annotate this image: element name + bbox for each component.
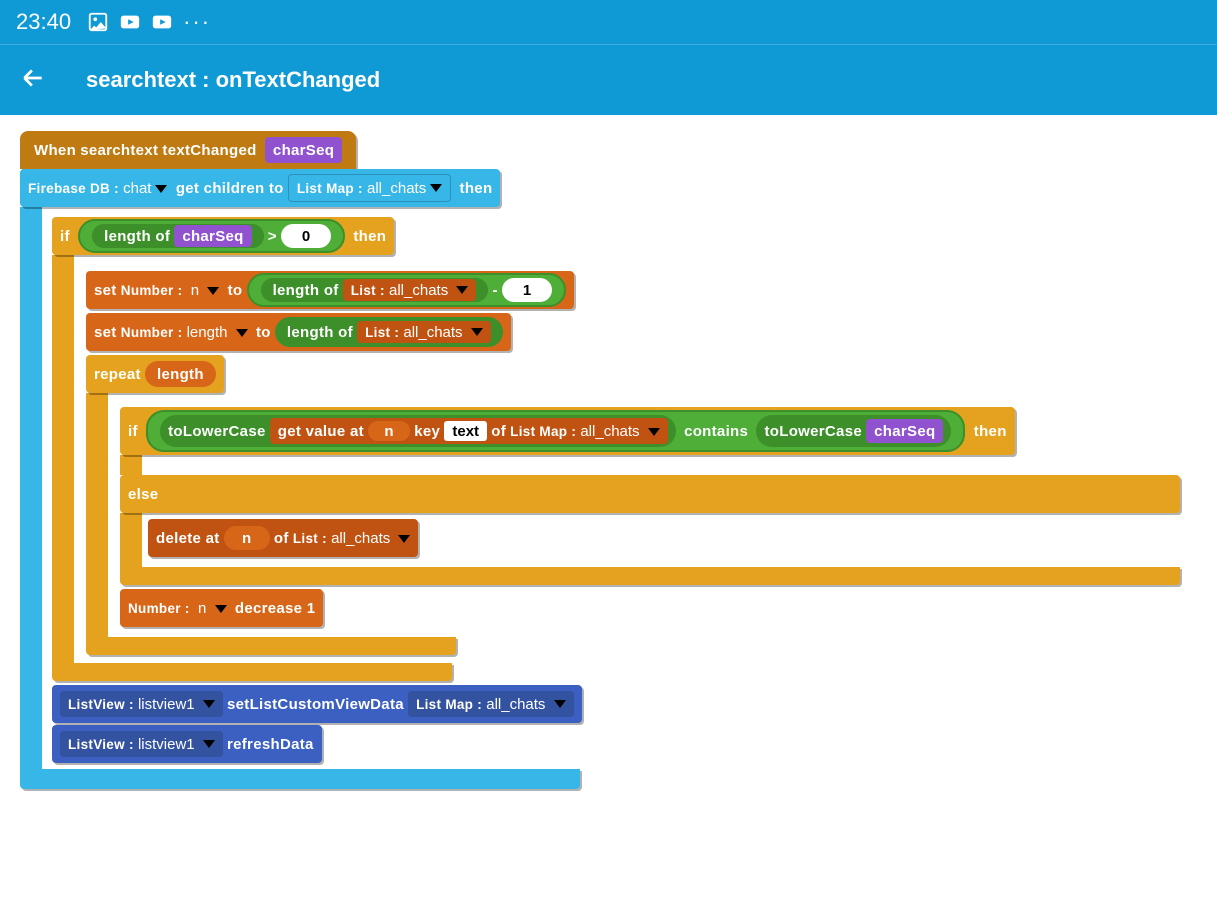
dropdown-icon	[430, 184, 442, 192]
charseq-arg[interactable]: charSeq	[866, 419, 943, 443]
dropdown-icon	[236, 329, 248, 337]
else-c-bar	[120, 513, 142, 567]
inner-if-block[interactable]: if toLowerCase get value at n	[120, 407, 1015, 455]
list-map-dropdown[interactable]: List Map : all_chats	[288, 174, 451, 202]
picture-icon	[87, 11, 109, 33]
set-number-length-block[interactable]: set Number : length to length of List : …	[86, 313, 511, 351]
inner-if-footer	[120, 567, 1180, 585]
dropdown-icon	[203, 740, 215, 748]
if-block[interactable]: if length of charSeq > 0 then	[52, 217, 394, 255]
number-input[interactable]: 1	[502, 278, 552, 302]
else-label[interactable]: else	[120, 475, 1180, 513]
event-block[interactable]: When searchtext textChanged charSeq Fire…	[20, 131, 1217, 789]
if-c-bar	[52, 255, 74, 663]
decrease-block[interactable]: Number : n decrease 1	[120, 589, 323, 627]
number-input[interactable]: 0	[281, 224, 331, 248]
firebase-db-dropdown[interactable]: Firebase DB : chat	[28, 180, 167, 197]
status-bar: 23:40 ···	[0, 0, 1217, 44]
condition-gt[interactable]: length of charSeq > 0	[78, 219, 345, 253]
dropdown-icon	[398, 535, 410, 543]
back-button[interactable]	[20, 65, 46, 95]
dropdown-icon	[648, 428, 660, 436]
dropdown-icon	[471, 328, 483, 336]
get-value-at-block[interactable]: get value at n key text of List Map : al…	[270, 418, 668, 444]
youtube-icon	[151, 11, 173, 33]
listmap-dropdown[interactable]: List Map : all_chats	[408, 691, 574, 717]
status-time: 23:40	[16, 9, 71, 35]
listview-setdata-block[interactable]: ListView : listview1 setListCustomViewDa…	[52, 685, 582, 723]
length-of-list[interactable]: length of List : all_chats	[261, 278, 489, 302]
key-input[interactable]: text	[444, 421, 487, 441]
status-icons: ···	[87, 9, 211, 35]
tolowercase-right[interactable]: toLowerCase charSeq	[756, 415, 951, 447]
firebase-c-bar	[20, 207, 42, 769]
number-var-dropdown[interactable]: Number : n	[128, 600, 227, 617]
delete-at-block[interactable]: delete at n of List : all_chats	[148, 519, 418, 557]
charseq-arg[interactable]: charSeq	[174, 225, 251, 247]
block-canvas[interactable]: When searchtext textChanged charSeq Fire…	[0, 115, 1217, 829]
dropdown-icon	[215, 605, 227, 613]
list-var-dropdown[interactable]: List : all_chats	[343, 279, 477, 301]
repeat-count[interactable]: length	[145, 361, 216, 387]
youtube-icon	[119, 11, 141, 33]
listmap-dropdown[interactable]: List Map : all_chats	[510, 423, 660, 440]
minus-expr[interactable]: length of List : all_chats - 1	[247, 273, 566, 307]
app-bar: searchtext : onTextChanged	[0, 44, 1217, 115]
number-var-dropdown[interactable]: Number : length	[121, 324, 248, 341]
page-title: searchtext : onTextChanged	[86, 67, 380, 93]
param-charseq[interactable]: charSeq	[265, 137, 342, 163]
dropdown-icon	[554, 700, 566, 708]
number-var-dropdown[interactable]: Number : n	[121, 282, 220, 299]
length-of-list[interactable]: length of List : all_chats	[275, 317, 503, 347]
dropdown-icon	[456, 286, 468, 294]
tolowercase-left[interactable]: toLowerCase get value at n key text of	[160, 415, 676, 447]
firebase-footer	[20, 769, 580, 789]
list-var-dropdown[interactable]: List : all_chats	[357, 321, 491, 343]
more-icon: ···	[183, 9, 211, 35]
inner-if-c-bar	[120, 455, 142, 475]
set-number-n-block[interactable]: set Number : n to length of List : all_c…	[86, 271, 574, 309]
if-footer	[52, 663, 452, 681]
listview-refresh-block[interactable]: ListView : listview1 refreshData	[52, 725, 322, 763]
list-var-dropdown[interactable]: List : all_chats	[293, 530, 411, 547]
index-n[interactable]: n	[224, 526, 270, 550]
dropdown-icon	[203, 700, 215, 708]
length-of-block[interactable]: length of charSeq	[92, 224, 264, 248]
repeat-c-bar	[86, 393, 108, 637]
event-header[interactable]: When searchtext textChanged charSeq	[20, 131, 356, 169]
listview-dropdown[interactable]: ListView : listview1	[60, 691, 223, 717]
index-n[interactable]: n	[368, 421, 410, 441]
contains-expr[interactable]: toLowerCase get value at n key text of	[146, 410, 965, 452]
dropdown-icon	[155, 185, 167, 193]
repeat-footer	[86, 637, 456, 655]
repeat-block[interactable]: repeat length	[86, 355, 224, 393]
firebase-block[interactable]: Firebase DB : chat get children to List …	[20, 169, 500, 207]
dropdown-icon	[207, 287, 219, 295]
listview-dropdown[interactable]: ListView : listview1	[60, 731, 223, 757]
